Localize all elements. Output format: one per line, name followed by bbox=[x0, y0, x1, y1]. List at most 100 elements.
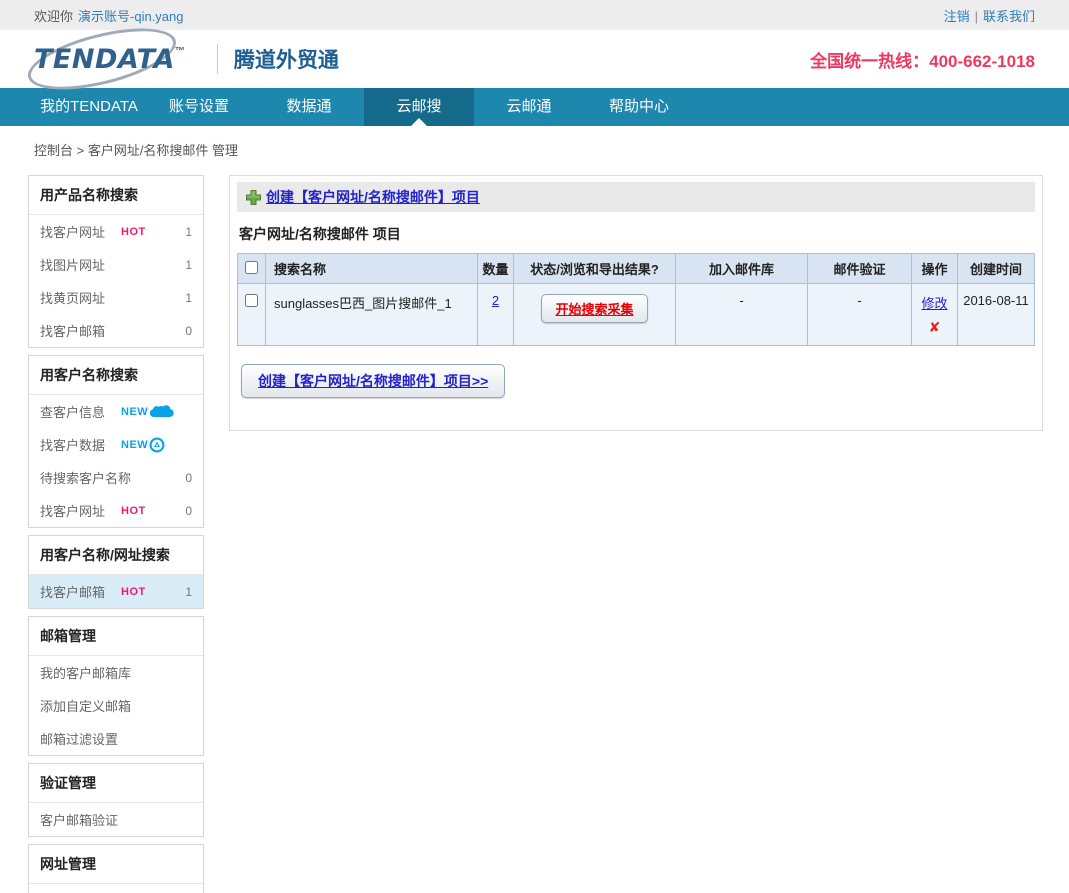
sidebar-section-title: 网址管理 bbox=[29, 845, 203, 884]
sidebar-item-mailbox-filter-settings[interactable]: 邮箱过滤设置 bbox=[29, 722, 203, 755]
sidebar-item-my-customer-mailbox-library[interactable]: 我的客户邮箱库 bbox=[29, 656, 203, 689]
nav-tab-cloud-mail-tong[interactable]: 云邮通 bbox=[474, 88, 584, 126]
sidebar-item-find-customer-emails-active[interactable]: 找客户邮箱 HOT 1 bbox=[29, 575, 203, 608]
sidebar-item-label: 找黄页网址 bbox=[40, 288, 105, 307]
sidebar-section-title: 验证管理 bbox=[29, 764, 203, 803]
item-count: 1 bbox=[185, 225, 192, 239]
sidebar-section-title: 用客户名称搜索 bbox=[29, 356, 203, 395]
welcome-text: 欢迎你 bbox=[34, 6, 73, 25]
sidebar-item-label: 找客户数据 bbox=[40, 435, 105, 454]
sidebar-item-find-yellowpage-urls[interactable]: 找黄页网址 1 bbox=[29, 281, 203, 314]
create-project-button[interactable]: 创建【客户网址/名称搜邮件】项目>> bbox=[241, 364, 505, 398]
new-badge: NEW bbox=[121, 406, 148, 418]
select-all-checkbox[interactable] bbox=[245, 261, 258, 274]
item-count: 0 bbox=[185, 324, 192, 338]
plus-icon bbox=[245, 189, 262, 206]
compass-circle-icon bbox=[149, 437, 165, 453]
column-header-status: 状态/浏览和导出结果? bbox=[514, 254, 676, 284]
sidebar-section-mailbox-management: 邮箱管理 我的客户邮箱库 添加自定义邮箱 邮箱过滤设置 bbox=[28, 616, 204, 756]
top-utility-bar: 欢迎你 演示账号-qin.yang 注销 | 联系我们 bbox=[0, 0, 1069, 30]
item-count: 1 bbox=[185, 585, 192, 599]
hotline-label: 全国统一热线： bbox=[810, 52, 929, 71]
sidebar-item-check-customer-info[interactable]: 查客户信息 NEW bbox=[29, 395, 203, 428]
column-header-operations: 操作 bbox=[912, 254, 958, 284]
sidebar-item-pending-customer-names[interactable]: 待搜索客户名称 0 bbox=[29, 461, 203, 494]
start-search-collect-button[interactable]: 开始搜索采集 bbox=[541, 294, 647, 323]
nav-tab-my-tendata[interactable]: 我的TENDATA bbox=[34, 88, 144, 126]
cell-created-at: 2016-08-11 bbox=[958, 284, 1035, 346]
tendata-logo[interactable]: TENDATA ™ bbox=[34, 40, 195, 79]
table-row: sunglasses巴西_图片搜邮件_1 2 开始搜索采集 - - 修改 ✘ 2… bbox=[238, 284, 1035, 346]
panel-title: 客户网址/名称搜邮件 项目 bbox=[239, 224, 1033, 244]
sidebar-section-url-management: 网址管理 我的网址库 网址过滤设置 bbox=[28, 844, 204, 893]
sidebar-section-title: 邮箱管理 bbox=[29, 617, 203, 656]
sidebar-item-label: 找客户邮箱 bbox=[40, 582, 105, 601]
main-panel: 创建【客户网址/名称搜邮件】项目 客户网址/名称搜邮件 项目 搜索名称 数量 状… bbox=[229, 175, 1043, 431]
sidebar-item-label: 邮箱过滤设置 bbox=[40, 729, 118, 748]
edit-link[interactable]: 修改 bbox=[912, 293, 957, 312]
column-header-mail-verification: 邮件验证 bbox=[808, 254, 912, 284]
delete-x-icon[interactable]: ✘ bbox=[912, 319, 957, 336]
sidebar-item-label: 查客户信息 bbox=[40, 402, 105, 421]
projects-table: 搜索名称 数量 状态/浏览和导出结果? 加入邮件库 邮件验证 操作 创建时间 s… bbox=[237, 253, 1035, 346]
sidebar-item-find-customer-urls-2[interactable]: 找客户网址 HOT 0 bbox=[29, 494, 203, 527]
contact-us-link[interactable]: 联系我们 bbox=[983, 9, 1035, 24]
item-count: 0 bbox=[185, 471, 192, 485]
sidebar-section-title: 用客户名称/网址搜索 bbox=[29, 536, 203, 575]
main-toolbar: 创建【客户网址/名称搜邮件】项目 bbox=[237, 182, 1035, 212]
content-area: 用产品名称搜索 找客户网址 HOT 1 找图片网址 1 找黄页网址 1 找客户邮… bbox=[0, 173, 1069, 893]
sidebar-item-add-custom-mailbox[interactable]: 添加自定义邮箱 bbox=[29, 689, 203, 722]
sidebar-section-product-name-search: 用产品名称搜索 找客户网址 HOT 1 找图片网址 1 找黄页网址 1 找客户邮… bbox=[28, 175, 204, 348]
logout-link[interactable]: 注销 bbox=[944, 9, 970, 24]
sidebar-item-customer-email-verification[interactable]: 客户邮箱验证 bbox=[29, 803, 203, 836]
sidebar-item-find-customer-data[interactable]: 找客户数据 NEW bbox=[29, 428, 203, 461]
column-header-join-mail-library: 加入邮件库 bbox=[676, 254, 808, 284]
sidebar-section-customer-name-search: 用客户名称搜索 查客户信息 NEW 找客户数据 NEW 待搜索客户名称 0 bbox=[28, 355, 204, 528]
page-header: TENDATA ™ 腾道外贸通 全国统一热线：400-662-1018 bbox=[0, 30, 1069, 88]
sidebar-section-name-url-search: 用客户名称/网址搜索 找客户邮箱 HOT 1 bbox=[28, 535, 204, 609]
sidebar-item-find-customer-emails[interactable]: 找客户邮箱 0 bbox=[29, 314, 203, 347]
sidebar-section-title: 用产品名称搜索 bbox=[29, 176, 203, 215]
item-count: 1 bbox=[185, 291, 192, 305]
new-badge: NEW bbox=[121, 439, 148, 451]
sidebar-item-label: 找客户网址 bbox=[40, 222, 105, 241]
sidebar-item-find-image-urls[interactable]: 找图片网址 1 bbox=[29, 248, 203, 281]
account-link[interactable]: 演示账号-qin.yang bbox=[78, 6, 183, 25]
nav-tab-data-tong[interactable]: 数据通 bbox=[254, 88, 364, 126]
sidebar-item-label: 找客户网址 bbox=[40, 501, 105, 520]
column-header-search-name: 搜索名称 bbox=[266, 254, 478, 284]
sidebar-item-label: 找客户邮箱 bbox=[40, 321, 105, 340]
sidebar-item-label: 待搜索客户名称 bbox=[40, 468, 131, 487]
nav-tab-help-center[interactable]: 帮助中心 bbox=[584, 88, 694, 126]
cell-mail-verification: - bbox=[808, 284, 912, 346]
hot-badge: HOT bbox=[121, 505, 146, 517]
quantity-link[interactable]: 2 bbox=[492, 293, 499, 308]
brand-name: TENDATA bbox=[34, 44, 175, 75]
cell-search-name: sunglasses巴西_图片搜邮件_1 bbox=[266, 284, 478, 346]
hotline-text: 全国统一热线：400-662-1018 bbox=[810, 47, 1035, 72]
sidebar: 用产品名称搜索 找客户网址 HOT 1 找图片网址 1 找黄页网址 1 找客户邮… bbox=[28, 175, 204, 893]
salesforce-cloud-icon bbox=[149, 404, 175, 419]
create-project-link[interactable]: 创建【客户网址/名称搜邮件】项目 bbox=[266, 187, 480, 207]
nav-tab-account-settings[interactable]: 账号设置 bbox=[144, 88, 254, 126]
main-navbar: 我的TENDATA 账号设置 数据通 云邮搜 云邮通 帮助中心 bbox=[0, 88, 1069, 126]
sidebar-item-find-customer-urls[interactable]: 找客户网址 HOT 1 bbox=[29, 215, 203, 248]
nav-tab-cloud-mail-search[interactable]: 云邮搜 bbox=[364, 88, 474, 126]
header-divider bbox=[217, 44, 218, 74]
sidebar-item-label: 客户邮箱验证 bbox=[40, 810, 118, 829]
item-count: 1 bbox=[185, 258, 192, 272]
column-header-quantity: 数量 bbox=[478, 254, 514, 284]
sidebar-item-my-url-library[interactable]: 我的网址库 bbox=[29, 884, 203, 893]
sidebar-item-label: 我的客户邮箱库 bbox=[40, 663, 131, 682]
sidebar-item-label: 添加自定义邮箱 bbox=[40, 696, 131, 715]
cell-join-mail-library: - bbox=[676, 284, 808, 346]
hotline-number: 400-662-1018 bbox=[929, 52, 1035, 71]
link-separator: | bbox=[975, 9, 978, 24]
product-name: 腾道外贸通 bbox=[234, 44, 339, 74]
breadcrumb: 控制台 > 客户网址/名称搜邮件 管理 bbox=[0, 126, 1069, 173]
table-header-row: 搜索名称 数量 状态/浏览和导出结果? 加入邮件库 邮件验证 操作 创建时间 bbox=[238, 254, 1035, 284]
row-checkbox[interactable] bbox=[245, 294, 258, 307]
hot-badge: HOT bbox=[121, 226, 146, 238]
column-header-created-at: 创建时间 bbox=[958, 254, 1035, 284]
item-count: 0 bbox=[185, 504, 192, 518]
